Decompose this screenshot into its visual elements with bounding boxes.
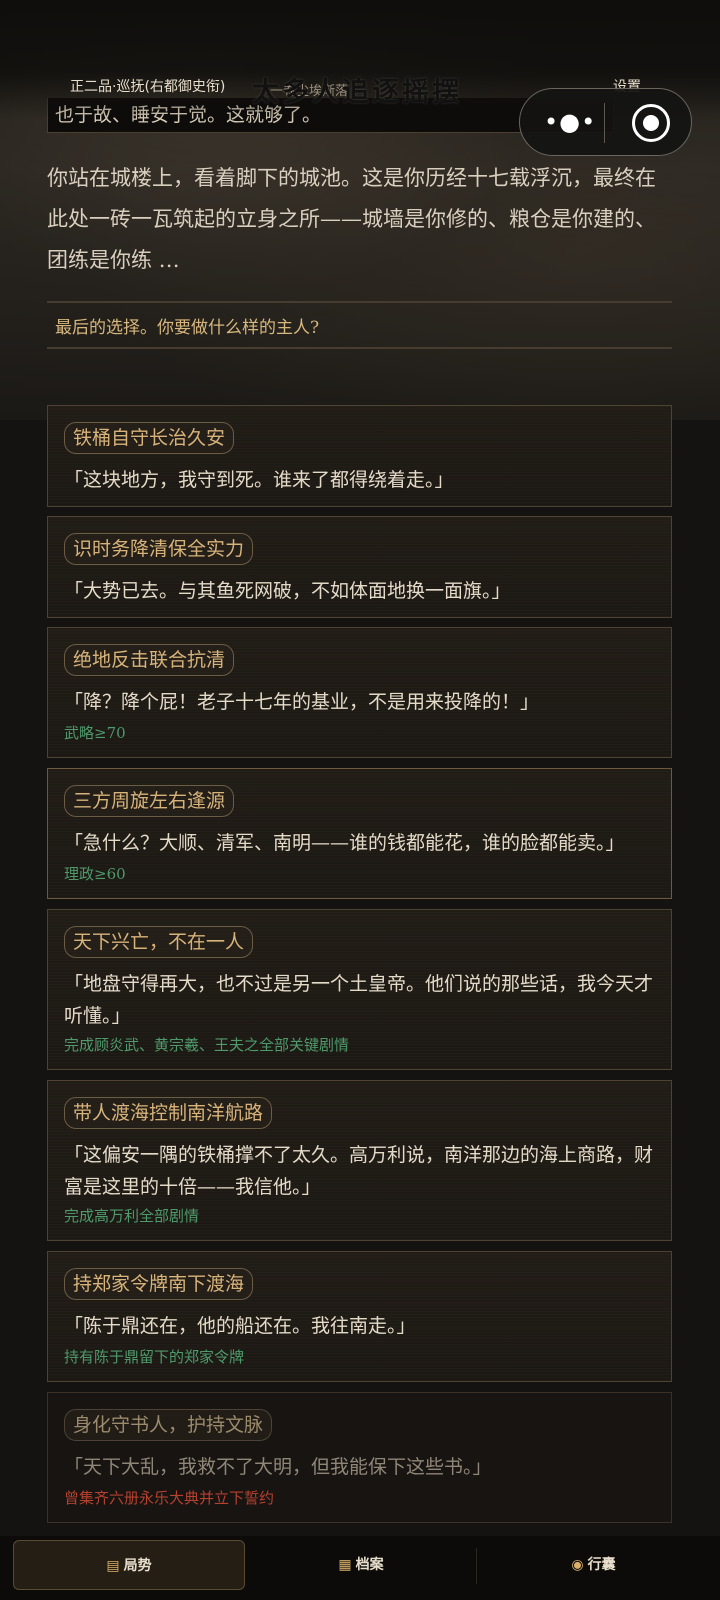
choice-requirement: 曾集齐六册永乐大典并立下誓约 [64, 1489, 275, 1507]
tab-bag[interactable]: ◉ 行囊 [480, 1540, 707, 1590]
prompt-text: 最后的选择。你要做什么样的主人? [55, 318, 320, 338]
choice-tag: 三方周旋左右逢源 [64, 785, 235, 817]
choice-quote: 「陈于鼎还在，他的船还在。我往南走。」 [64, 1315, 416, 1337]
tab-label: 行囊 [587, 1557, 616, 1573]
choice-tag: 带人渡海控制南洋航路 [64, 1097, 273, 1129]
choice-tag: 身化守书人，护持文脉 [64, 1409, 273, 1441]
choice-quote: 「地盘守得再大，也不过是另一个土皇帝。他们说的那些话，我今天才听懂。」 [64, 973, 654, 1027]
bottom-nav: ▤ 局势 ▦ 档案 ◉ 行囊 [0, 1536, 720, 1600]
choice-card[interactable]: 持郑家令牌南下渡海 「陈于鼎还在，他的船还在。我往南走。」 持有陈于鼎留下的郑家… [47, 1251, 672, 1382]
archive-icon: ▦ [338, 1557, 352, 1573]
more-dots-icon[interactable]: •●• [544, 109, 596, 135]
tab-label: 档案 [355, 1557, 384, 1573]
narration-text: 你站在城楼上，看着脚下的城池。这是你历经十七载浮沉，最终在此处一砖一瓦筑起的立身… [47, 166, 656, 272]
nav-divider [476, 1548, 477, 1584]
choice-tag: 绝地反击联合抗清 [64, 644, 235, 676]
choice-card[interactable]: 三方周旋左右逢源 「急什么？大顺、清军、南明——谁的钱都能花，谁的脸都能卖。」 … [47, 768, 672, 899]
choice-card[interactable]: 绝地反击联合抗清 「降？降个屁！老子十七年的基业，不是用来投降的！」 武略≥70 [47, 627, 672, 758]
choice-quote: 「大势已去。与其鱼死网破，不如体面地换一面旗。」 [64, 580, 511, 602]
choice-tag: 持郑家令牌南下渡海 [64, 1268, 254, 1300]
rank-label: 正二品·巡抚(右都御史衔) [70, 79, 226, 95]
choice-requirement: 完成顾炎武、黄宗羲、王夫之全部关键剧情 [64, 1036, 350, 1054]
choice-quote: 「降？降个屁！老子十七年的基业，不是用来投降的！」 [64, 691, 540, 713]
choice-requirement: 理政≥60 [64, 865, 126, 883]
capsule-divider [604, 103, 605, 143]
choice-tag: 识时务降清保全实力 [64, 533, 254, 565]
choice-card[interactable]: 识时务降清保全实力 「大势已去。与其鱼死网破，不如体面地换一面旗。」 [47, 516, 672, 618]
target-close-icon[interactable] [632, 104, 670, 142]
choice-card[interactable]: 带人渡海控制南洋航路 「这偏安一隅的铁桶撑不了太久。高万利说，南洋那边的海上商路… [47, 1080, 672, 1241]
choice-requirement: 完成高万利全部剧情 [64, 1207, 200, 1225]
choice-card[interactable]: 铁桶自守长治久安 「这块地方，我守到死。谁来了都得绕着走。」 [47, 405, 672, 507]
choice-requirement: 持有陈于鼎留下的郑家令牌 [64, 1348, 245, 1366]
tab-situation[interactable]: ▤ 局势 [13, 1540, 245, 1590]
choice-card[interactable]: 天下兴亡，不在一人 「地盘守得再大，也不过是另一个土皇帝。他们说的那些话，我今天… [47, 909, 672, 1070]
choice-card-locked[interactable]: 身化守书人，护持文脉 「天下大乱，我救不了大明，但我能保下这些书。」 曾集齐六册… [47, 1392, 672, 1523]
tab-archive[interactable]: ▦ 档案 [250, 1540, 472, 1590]
choice-tag: 天下兴亡，不在一人 [64, 926, 254, 958]
choice-quote: 「天下大乱，我救不了大明，但我能保下这些书。」 [64, 1456, 492, 1478]
choice-quote: 「这块地方，我守到死。谁来了都得绕着走。」 [64, 469, 454, 491]
page-title: 太多人追逐摇摆 [252, 77, 462, 108]
choice-requirement: 武略≥70 [64, 724, 126, 742]
choice-tag: 铁桶自守长治久安 [64, 422, 235, 454]
choice-quote: 「这偏安一隅的铁桶撑不了太久。高万利说，南洋那边的海上商路，财富是这里的十倍——… [64, 1144, 654, 1198]
tab-label: 局势 [123, 1558, 152, 1574]
choice-quote: 「急什么？大顺、清军、南明——谁的钱都能花，谁的脸都能卖。」 [64, 832, 625, 854]
mini-program-capsule: •●• [519, 88, 692, 156]
money-bag-icon: ◉ [571, 1557, 584, 1573]
scroll-icon: ▤ [106, 1558, 120, 1574]
